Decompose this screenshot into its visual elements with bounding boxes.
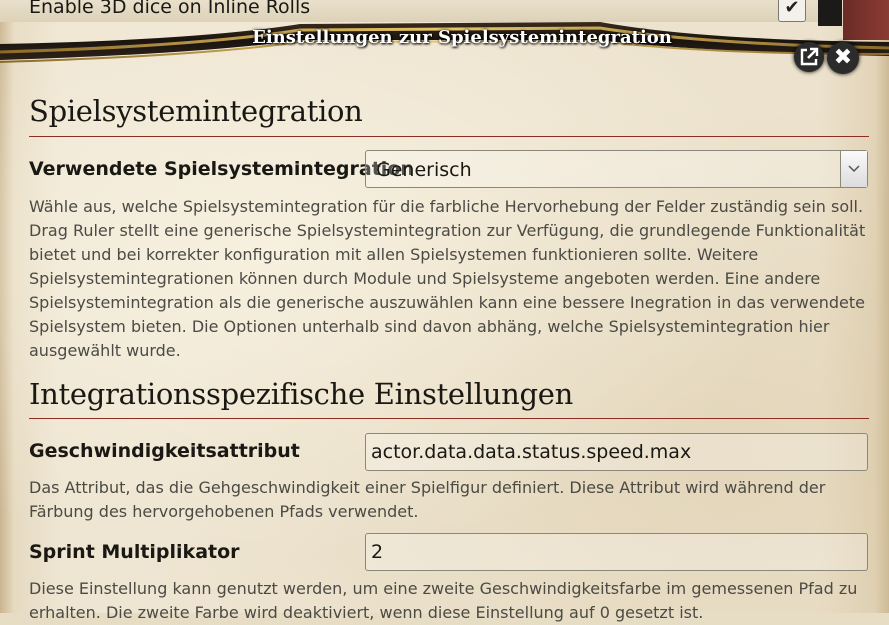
chevron-down-icon xyxy=(848,165,860,173)
integration-select-value: Generisch xyxy=(376,159,472,181)
integration-hint: Wähle aus, welche Spielsystemintegration… xyxy=(29,197,866,360)
window-title: Einstellungen zur Spielsystemintegration xyxy=(252,27,672,48)
section-title-integration-settings: Integrationsspezifische Einstellungen xyxy=(29,377,573,411)
speed-attribute-label: Geschwindigkeitsattribut xyxy=(29,440,300,462)
sprint-multiplier-hint: Diese Einstellung kann genutzt werden, u… xyxy=(29,579,858,622)
section-divider xyxy=(29,136,869,137)
window-header[interactable]: Einstellungen zur Spielsystemintegration… xyxy=(0,12,889,74)
integration-select-label: Verwendete Spielsystemintegration xyxy=(29,158,414,180)
close-icon: ✖ xyxy=(833,45,853,70)
sprint-multiplier-input[interactable] xyxy=(365,533,868,571)
speed-attribute-hint: Das Attribut, das die Gehgeschwindigkeit… xyxy=(29,478,826,521)
integration-select[interactable]: Generisch xyxy=(365,150,868,188)
close-button[interactable]: ✖ xyxy=(827,42,859,74)
popout-button[interactable] xyxy=(794,42,824,72)
sprint-multiplier-label: Sprint Multiplikator xyxy=(29,541,240,563)
section-divider xyxy=(29,418,869,419)
section-title-system-integration: Spielsystemintegration xyxy=(29,94,363,128)
select-dropdown-button[interactable] xyxy=(840,151,867,187)
speed-attribute-input[interactable] xyxy=(365,433,868,471)
external-link-icon xyxy=(800,47,819,66)
